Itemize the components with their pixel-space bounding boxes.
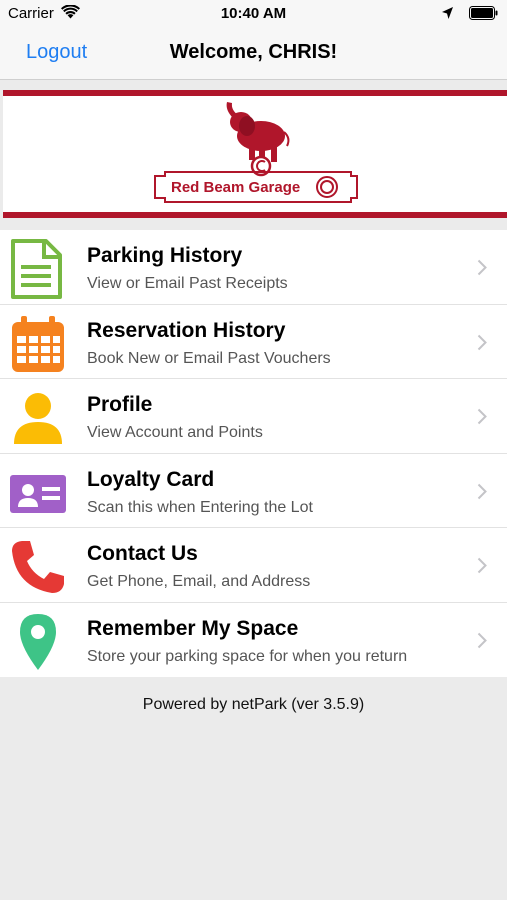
menu-item-title: Loyalty Card [87, 467, 215, 491]
menu-item-reservation-history[interactable]: Reservation History Book New or Email Pa… [0, 305, 507, 379]
menu-item-title: Parking History [87, 244, 243, 267]
user-icon [14, 393, 62, 444]
chevron-right-icon [477, 408, 487, 425]
chevron-right-icon [477, 334, 487, 350]
menu-item-subtitle: View or Email Past Receipts [87, 275, 288, 292]
menu-item-subtitle: View Account and Points [87, 424, 263, 441]
chevron-right-icon [477, 632, 487, 648]
clock: 10:40 AM [220, 5, 287, 22]
calendar-icon [12, 315, 64, 372]
menu-item-title: Remember My Space [87, 616, 299, 640]
chevron-right-icon [477, 259, 487, 276]
map-pin-icon [20, 613, 56, 670]
menu-item-title: Contact Us [87, 542, 198, 565]
status-bar: Carrier 10:40 AM [0, 0, 507, 28]
menu-item-title: Profile [87, 393, 153, 416]
menu-item-subtitle: Store your parking space for when you re… [87, 647, 408, 665]
menu-item-contact-us[interactable]: Contact Us Get Phone, Email, and Address [0, 528, 507, 603]
battery-icon [469, 6, 498, 20]
chevron-right-icon [477, 483, 487, 499]
phone-icon [12, 541, 64, 593]
chevron-right-icon [477, 557, 487, 574]
menu-item-remember-my-space[interactable]: Remember My Space Store your parking spa… [0, 603, 507, 678]
menu-item-subtitle: Scan this when Entering the Lot [87, 498, 313, 516]
logo-text: Red Beam Garage [171, 179, 301, 196]
banner-panel: Red Beam Garage [3, 90, 507, 218]
banner-stripe-top [3, 90, 507, 96]
id-card-icon [10, 474, 66, 513]
menu-list: Parking History View or Email Past Recei… [0, 230, 507, 677]
document-icon [11, 239, 62, 299]
menu-item-title: Reservation History [87, 318, 286, 342]
menu-item-loyalty-card[interactable]: Loyalty Card Scan this when Entering the… [0, 454, 507, 528]
banner: Red Beam Garage [0, 80, 507, 230]
menu-item-parking-history[interactable]: Parking History View or Email Past Recei… [0, 230, 507, 305]
location-arrow-icon [442, 7, 453, 19]
page-title: Welcome, CHRIS! [169, 41, 338, 63]
footer-version-text: Powered by netPark (ver 3.5.9) [142, 696, 365, 713]
menu-item-profile[interactable]: Profile View Account and Points [0, 379, 507, 454]
navigation-bar: Logout Welcome, CHRIS! [0, 28, 507, 80]
menu-item-subtitle: Book New or Email Past Vouchers [87, 349, 331, 367]
menu-item-subtitle: Get Phone, Email, and Address [87, 573, 311, 590]
banner-stripe-bottom [3, 212, 507, 218]
